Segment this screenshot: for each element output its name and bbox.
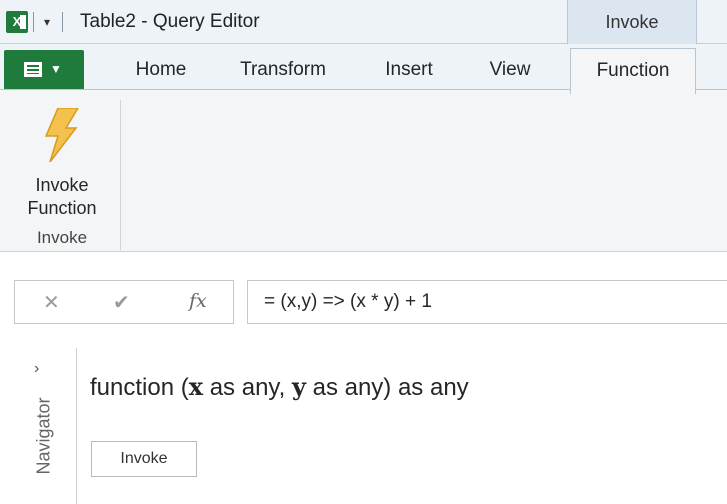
invoke-function-label-line1: Invoke [35, 175, 89, 195]
qat-dropdown-icon[interactable]: ▾ [40, 14, 54, 30]
tab-transform[interactable]: Transform [228, 54, 338, 90]
ribbon-group-separator [120, 100, 121, 250]
formula-bar-buttons: ✕ ✔ fx [14, 280, 234, 324]
cancel-icon[interactable]: ✕ [43, 290, 60, 315]
file-menu-icon [24, 62, 42, 77]
fx-icon[interactable]: fx [189, 290, 207, 312]
invoke-button[interactable]: Invoke [91, 441, 197, 477]
invoke-function-button[interactable]: Invoke Function [14, 98, 110, 218]
chevron-right-icon[interactable]: › [34, 360, 39, 378]
confirm-icon[interactable]: ✔ [113, 290, 130, 315]
chevron-down-icon: ▼ [50, 62, 62, 76]
function-signature: function (x as any, y as any) as any [90, 372, 469, 402]
tab-function[interactable]: Function [570, 48, 696, 94]
contextual-tab-group-label: Invoke [567, 0, 697, 44]
file-tab[interactable]: ▼ [4, 50, 84, 90]
ribbon-panel: Invoke Function Invoke [0, 89, 727, 252]
signature-prefix: function ( [90, 374, 189, 401]
tab-insert[interactable]: Insert [372, 54, 446, 90]
navigator-pane[interactable]: › Navigator [14, 348, 77, 504]
excel-icon[interactable]: X [6, 11, 28, 33]
window-title: Table2 - Query Editor [80, 11, 260, 32]
title-bar: X ▾ Table2 - Query Editor Invoke [0, 0, 727, 44]
param-y: y [291, 372, 306, 401]
formula-input[interactable]: = (x,y) => (x * y) + 1 [247, 280, 727, 324]
invoke-function-label-line2: Function [27, 198, 97, 218]
tab-home[interactable]: Home [126, 54, 196, 90]
tab-view[interactable]: View [478, 54, 542, 90]
lightning-bolt-icon [44, 108, 79, 162]
param-x-type: as any, [203, 374, 292, 401]
title-separator [33, 12, 34, 32]
title-separator [62, 12, 63, 32]
invoke-function-label: Invoke Function [14, 174, 110, 220]
ribbon-group-label-invoke: Invoke [36, 228, 88, 247]
ribbon-tabs: ▼ Home Transform Insert View Function [0, 44, 727, 94]
navigator-label[interactable]: Navigator [34, 397, 55, 474]
signature-suffix: as any) as any [305, 374, 469, 401]
param-x: x [188, 372, 204, 401]
